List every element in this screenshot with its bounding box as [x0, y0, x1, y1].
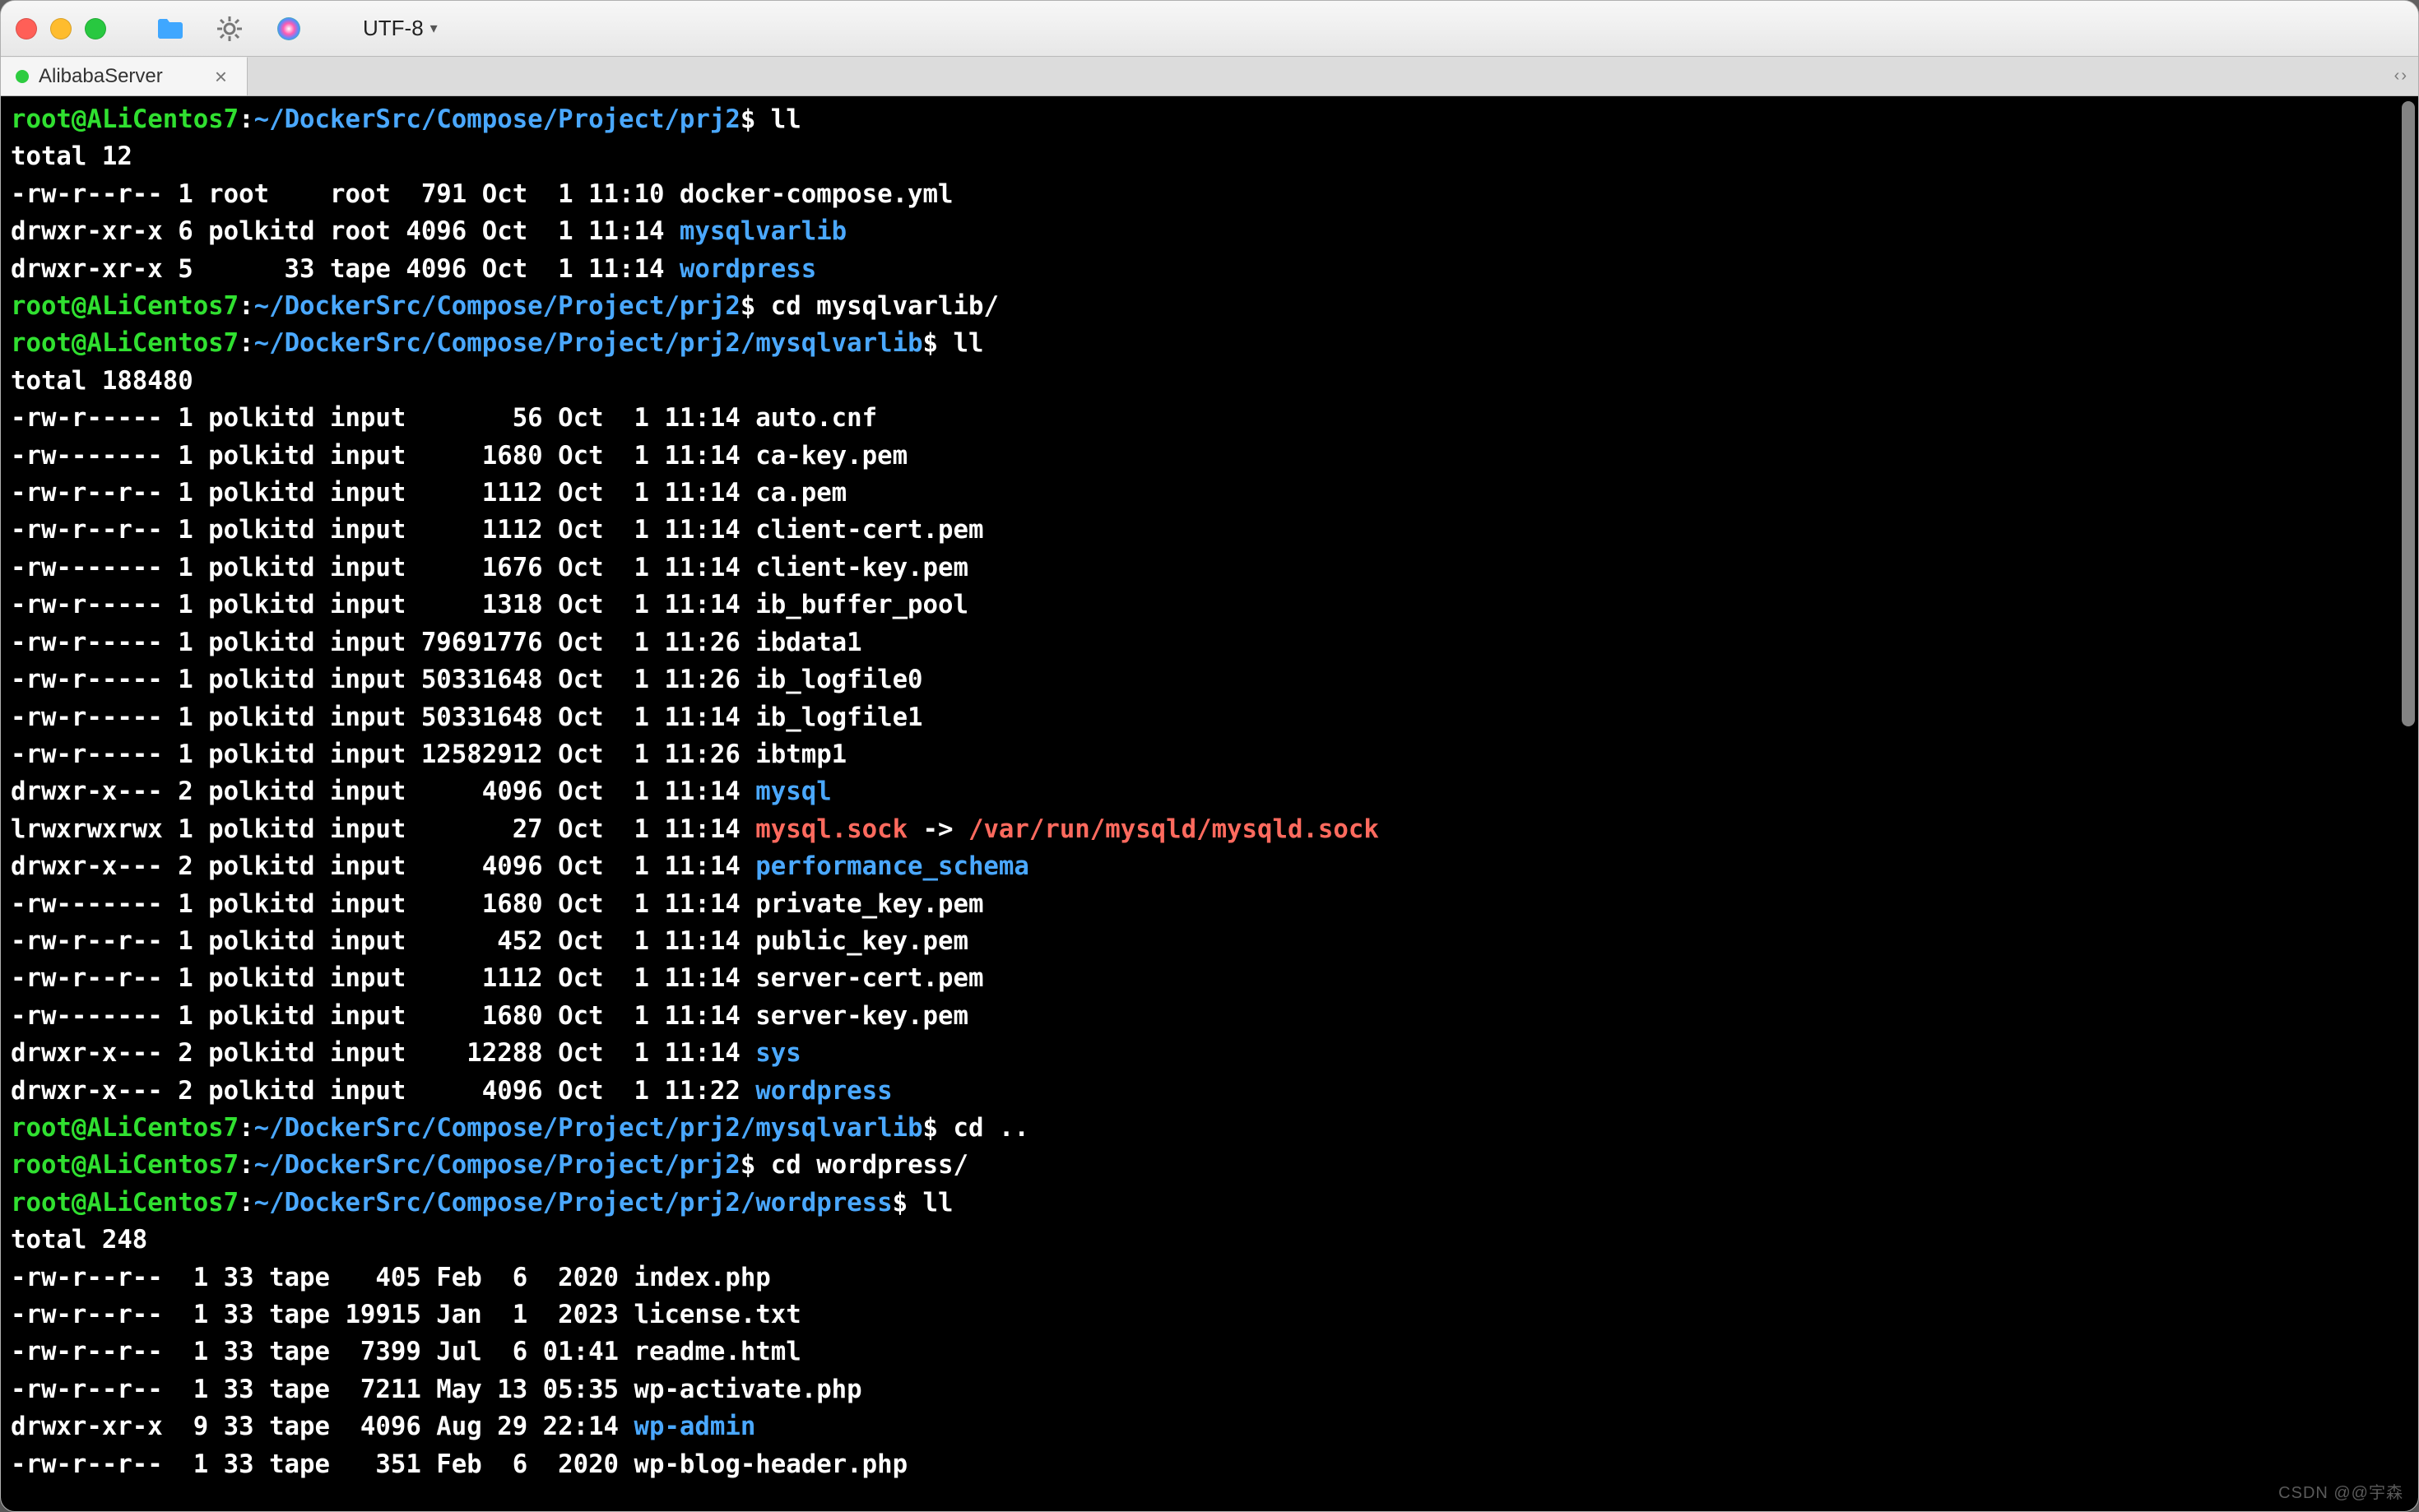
terminal-line: -rw-r----- 1 polkitd input 1318 Oct 1 11… — [11, 587, 2408, 624]
terminal-line: -rw-r----- 1 polkitd input 79691776 Oct … — [11, 624, 2408, 661]
terminal-line: root@ALiCentos7:~/DockerSrc/Compose/Proj… — [11, 1185, 2408, 1222]
terminal-line: root@ALiCentos7:~/DockerSrc/Compose/Proj… — [11, 1110, 2408, 1147]
tab-alibabaserver[interactable]: AlibabaServer × — [1, 57, 248, 95]
watermark: CSDN @@宇森 — [2278, 1479, 2403, 1503]
toolbar-icons — [156, 14, 304, 44]
terminal-line: -rw-r--r-- 1 33 tape 19915 Jan 1 2023 li… — [11, 1296, 2408, 1333]
connection-status-dot — [16, 70, 29, 83]
terminal-line: drwxr-x--- 2 polkitd input 4096 Oct 1 11… — [11, 773, 2408, 810]
close-tab-button[interactable]: × — [215, 66, 227, 87]
encoding-label: UTF-8 — [363, 16, 424, 41]
terminal-line: total 188480 — [11, 363, 2408, 400]
terminal-line: -rw-r----- 1 polkitd input 50331648 Oct … — [11, 699, 2408, 736]
terminal-line: drwxr-xr-x 6 polkitd root 4096 Oct 1 11:… — [11, 213, 2408, 250]
terminal-line: -rw-r--r-- 1 polkitd input 1112 Oct 1 11… — [11, 475, 2408, 512]
folder-icon[interactable] — [156, 14, 185, 44]
scrollbar-thumb[interactable] — [2402, 101, 2415, 726]
terminal-line: drwxr-x--- 2 polkitd input 4096 Oct 1 11… — [11, 848, 2408, 885]
app-window: UTF-8 ▾ AlibabaServer × ‹ › root@ALiCent… — [0, 0, 2419, 1512]
terminal-line: root@ALiCentos7:~/DockerSrc/Compose/Proj… — [11, 288, 2408, 325]
window-toolbar: UTF-8 ▾ — [1, 1, 2418, 57]
terminal-line: -rw-r--r-- 1 33 tape 7211 May 13 05:35 w… — [11, 1371, 2408, 1408]
terminal-line: -rw------- 1 polkitd input 1676 Oct 1 11… — [11, 550, 2408, 587]
minimize-window-button[interactable] — [50, 18, 72, 39]
terminal-line: -rw------- 1 polkitd input 1680 Oct 1 11… — [11, 998, 2408, 1035]
terminal-line: root@ALiCentos7:~/DockerSrc/Compose/Proj… — [11, 101, 2408, 138]
terminal-line: -rw-r--r-- 1 33 tape 405 Feb 6 2020 inde… — [11, 1259, 2408, 1296]
close-window-button[interactable] — [16, 18, 37, 39]
prev-tab-button[interactable]: ‹ — [2394, 67, 2400, 86]
terminal-line: -rw-r--r-- 1 polkitd input 452 Oct 1 11:… — [11, 923, 2408, 960]
terminal-line: total 12 — [11, 138, 2408, 175]
terminal-line: -rw-r--r-- 1 33 tape 7399 Jul 6 01:41 re… — [11, 1333, 2408, 1371]
window-traffic-lights — [16, 18, 106, 39]
color-picker-icon[interactable] — [274, 14, 304, 44]
tab-title: AlibabaServer — [39, 65, 163, 88]
terminal-line: -rw-r----- 1 polkitd input 12582912 Oct … — [11, 736, 2408, 773]
terminal-line: -rw------- 1 polkitd input 1680 Oct 1 11… — [11, 438, 2408, 475]
next-tab-button[interactable]: › — [2401, 67, 2407, 86]
terminal-line: -rw-r--r-- 1 polkitd input 1112 Oct 1 11… — [11, 960, 2408, 997]
terminal-line: -rw-r--r-- 1 root root 791 Oct 1 11:10 d… — [11, 176, 2408, 213]
encoding-selector[interactable]: UTF-8 ▾ — [350, 12, 451, 44]
terminal-line: -rw-r----- 1 polkitd input 56 Oct 1 11:1… — [11, 400, 2408, 437]
terminal-line: -rw------- 1 polkitd input 1680 Oct 1 11… — [11, 886, 2408, 923]
terminal-line: -rw-r--r-- 1 polkitd input 1112 Oct 1 11… — [11, 512, 2408, 549]
tab-nav: ‹ › — [2383, 57, 2418, 95]
terminal-line: drwxr-x--- 2 polkitd input 12288 Oct 1 1… — [11, 1035, 2408, 1072]
terminal-line: -rw-r--r-- 1 33 tape 351 Feb 6 2020 wp-b… — [11, 1446, 2408, 1483]
terminal-line: drwxr-xr-x 5 33 tape 4096 Oct 1 11:14 wo… — [11, 251, 2408, 288]
terminal-line: root@ALiCentos7:~/DockerSrc/Compose/Proj… — [11, 325, 2408, 362]
terminal-line: total 248 — [11, 1222, 2408, 1259]
tab-bar: AlibabaServer × ‹ › — [1, 57, 2418, 96]
gear-icon[interactable] — [215, 14, 244, 44]
terminal-line: root@ALiCentos7:~/DockerSrc/Compose/Proj… — [11, 1147, 2408, 1184]
zoom-window-button[interactable] — [85, 18, 106, 39]
terminal-line: drwxr-xr-x 9 33 tape 4096 Aug 29 22:14 w… — [11, 1408, 2408, 1445]
chevron-down-icon: ▾ — [430, 20, 438, 37]
terminal-line: lrwxrwxrwx 1 polkitd input 27 Oct 1 11:1… — [11, 811, 2408, 848]
terminal-line: -rw-r----- 1 polkitd input 50331648 Oct … — [11, 661, 2408, 698]
vertical-scrollbar[interactable] — [2398, 96, 2418, 1511]
terminal-line: drwxr-x--- 2 polkitd input 4096 Oct 1 11… — [11, 1073, 2408, 1110]
terminal-output[interactable]: root@ALiCentos7:~/DockerSrc/Compose/Proj… — [1, 96, 2418, 1511]
